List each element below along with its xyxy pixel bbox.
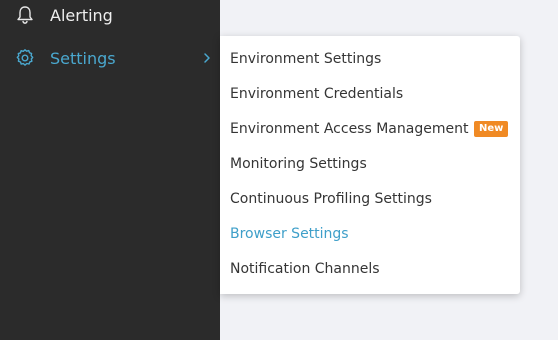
menu-item-browser-settings[interactable]: Browser Settings	[220, 216, 520, 251]
settings-flyout-menu: Environment Settings Environment Credent…	[220, 36, 520, 294]
menu-item-label: Environment Credentials	[230, 85, 404, 102]
sidebar-item-label: Alerting	[50, 5, 113, 25]
menu-item-label: Environment Access Management	[230, 120, 469, 137]
gear-icon	[15, 48, 35, 68]
sidebar-item-label: Settings	[50, 48, 116, 68]
menu-item-label: Continuous Profiling Settings	[230, 190, 432, 207]
menu-item-environment-settings[interactable]: Environment Settings	[220, 41, 520, 76]
menu-item-notification-channels[interactable]: Notification Channels	[220, 251, 520, 286]
chevron-right-icon	[204, 53, 210, 63]
menu-item-label: Environment Settings	[230, 50, 382, 67]
menu-item-label: Browser Settings	[230, 225, 349, 242]
bell-icon	[15, 5, 35, 25]
new-badge: New	[474, 120, 509, 137]
menu-item-monitoring-settings[interactable]: Monitoring Settings	[220, 146, 520, 181]
menu-item-environment-access-management[interactable]: Environment Access Management New	[220, 111, 520, 146]
menu-item-label: Monitoring Settings	[230, 155, 367, 172]
menu-item-label: Notification Channels	[230, 260, 380, 277]
sidebar: Alerting Settings	[0, 0, 220, 340]
sidebar-item-settings[interactable]: Settings	[0, 40, 220, 76]
menu-item-environment-credentials[interactable]: Environment Credentials	[220, 76, 520, 111]
sidebar-item-alerting[interactable]: Alerting	[0, 0, 220, 33]
menu-item-continuous-profiling-settings[interactable]: Continuous Profiling Settings	[220, 181, 520, 216]
